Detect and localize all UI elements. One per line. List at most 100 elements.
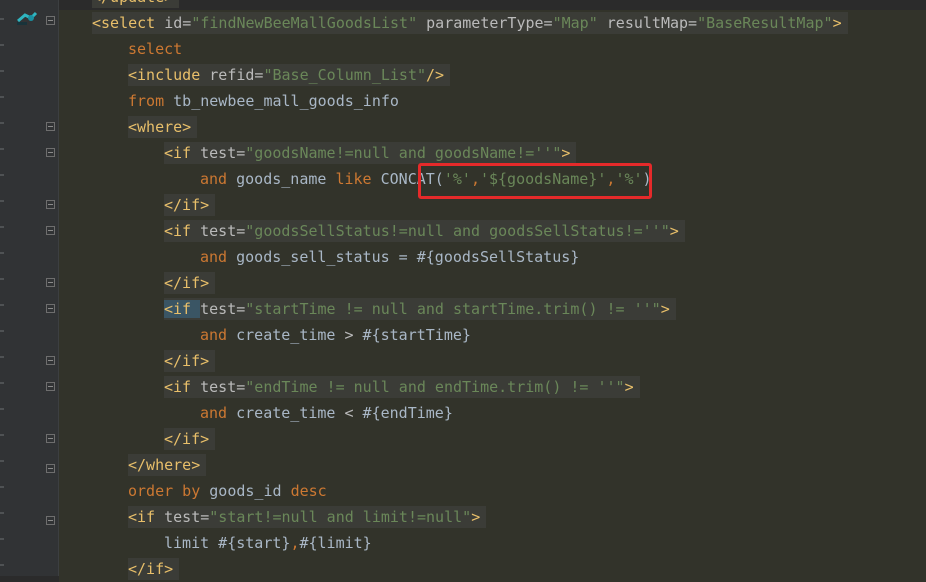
code-token: select <box>128 40 183 58</box>
line-tick <box>0 460 4 462</box>
code-token: > <box>660 300 670 318</box>
fold-marker-icon[interactable] <box>46 278 55 287</box>
line-tick <box>0 44 4 46</box>
line-tick <box>0 304 4 306</box>
code-token: > <box>624 378 634 396</box>
fold-marker-icon[interactable] <box>46 148 55 157</box>
spring-bean-icon[interactable] <box>16 10 38 26</box>
code-line[interactable]: </if> <box>59 270 926 296</box>
line-tick <box>0 408 4 410</box>
code-token: <where> <box>128 118 192 136</box>
code-token: desc <box>290 482 327 500</box>
line-tick <box>0 226 4 228</box>
code-token: </if> <box>164 274 210 292</box>
code-text: <if test="goodsName!=null and goodsName!… <box>164 142 577 164</box>
code-line[interactable]: <if test="endTime != null and endTime.tr… <box>59 374 926 400</box>
code-token: "Map" <box>552 14 598 32</box>
code-editor[interactable]: </update><select id="findNewBeeMallGoods… <box>59 0 926 582</box>
code-token: #{startTime} <box>353 326 471 344</box>
code-token: > <box>832 14 842 32</box>
fold-marker-icon[interactable] <box>46 122 55 131</box>
fold-marker-icon[interactable] <box>46 356 55 365</box>
fold-marker-icon[interactable] <box>46 382 55 391</box>
code-line[interactable]: select <box>59 36 926 62</box>
code-token: "Base_Column_List" <box>263 66 427 84</box>
gutter <box>8 0 58 576</box>
code-text: from tb_newbee_mall_goods_info <box>128 90 399 112</box>
code-token: id= <box>164 14 192 32</box>
fold-marker-icon[interactable] <box>46 304 55 313</box>
code-line[interactable]: <where> <box>59 114 926 140</box>
code-token: "endTime != null and endTime.trim() != '… <box>245 378 625 396</box>
code-token: #{endTime} <box>353 404 453 422</box>
code-line[interactable]: order by goods_id desc <box>59 478 926 504</box>
code-line[interactable]: <select id="findNewBeeMallGoodsList" par… <box>59 10 926 36</box>
line-tick <box>0 434 4 436</box>
code-token: order by <box>128 482 210 500</box>
code-token: and <box>200 170 237 188</box>
code-text: </if> <box>164 194 216 216</box>
code-text: </if> <box>164 272 216 294</box>
code-token: <if <box>164 300 201 318</box>
code-token: and <box>200 326 237 344</box>
code-token: </if> <box>128 560 174 578</box>
code-token: > <box>669 222 679 240</box>
code-line[interactable]: limit #{start},#{limit} <box>59 530 926 556</box>
code-line[interactable]: <if test="start!=null and limit!=null"> <box>59 504 926 530</box>
code-token: <if <box>164 144 201 162</box>
code-line[interactable]: </if> <box>59 348 926 374</box>
fold-marker-icon[interactable] <box>46 516 55 525</box>
code-token: "findNewBeeMallGoodsList" <box>191 14 418 32</box>
code-token: resultMap= <box>597 14 698 32</box>
line-tick <box>0 278 4 280</box>
line-tick <box>0 174 4 176</box>
code-text: <if test="start!=null and limit!=null"> <box>128 506 487 528</box>
code-text: </if> <box>164 350 216 372</box>
code-text: <if test="startTime != null and startTim… <box>164 298 676 320</box>
code-token: create_time <box>236 326 345 344</box>
code-text: select <box>128 38 182 60</box>
code-line[interactable]: <if test="goodsSellStatus!=null and good… <box>59 218 926 244</box>
line-tick <box>0 564 4 566</box>
code-token: goods_id <box>209 482 291 500</box>
line-tick <box>0 330 4 332</box>
line-tick <box>0 122 4 124</box>
fold-marker-icon[interactable] <box>46 434 55 443</box>
code-text: </where> <box>128 454 207 476</box>
line-tick <box>0 356 4 358</box>
code-token: goods_sell_status = #{goodsSellStatus} <box>236 248 580 266</box>
code-token: and <box>200 404 237 422</box>
code-token: test= <box>200 300 246 318</box>
code-token: </update> <box>92 0 173 6</box>
code-token: </if> <box>164 352 210 370</box>
code-text: </if> <box>164 428 216 450</box>
line-tick <box>0 200 4 202</box>
code-line[interactable]: <include refid="Base_Column_List"/> <box>59 62 926 88</box>
code-token: like <box>335 170 381 188</box>
code-token: from <box>128 92 174 110</box>
code-line[interactable]: and create_time < #{endTime} <box>59 400 926 426</box>
code-token: </if> <box>164 196 210 214</box>
code-line[interactable]: from tb_newbee_mall_goods_info <box>59 88 926 114</box>
code-token: < <box>344 404 354 422</box>
code-token: test= <box>164 508 210 526</box>
code-line[interactable]: </if> <box>59 426 926 452</box>
code-token: refid= <box>209 66 264 84</box>
code-line[interactable]: <if test="startTime != null and startTim… <box>59 296 926 322</box>
code-line[interactable]: </update> <box>59 0 926 10</box>
fold-marker-icon[interactable] <box>46 464 55 473</box>
code-token: </where> <box>128 456 201 474</box>
fold-marker-icon[interactable] <box>46 226 55 235</box>
fold-marker-icon[interactable] <box>46 16 55 25</box>
code-token: <select <box>92 14 165 32</box>
code-text: and create_time < #{endTime} <box>200 402 453 424</box>
code-line[interactable]: </where> <box>59 452 926 478</box>
code-text: and create_time > #{startTime} <box>200 324 471 346</box>
line-tick <box>0 18 4 20</box>
fold-marker-icon[interactable] <box>46 200 55 209</box>
line-number-gutter <box>0 0 8 576</box>
code-line[interactable]: and create_time > #{startTime} <box>59 322 926 348</box>
code-line[interactable]: and goods_sell_status = #{goodsSellStatu… <box>59 244 926 270</box>
code-token: test= <box>200 378 246 396</box>
code-line[interactable]: </if> <box>59 556 926 582</box>
